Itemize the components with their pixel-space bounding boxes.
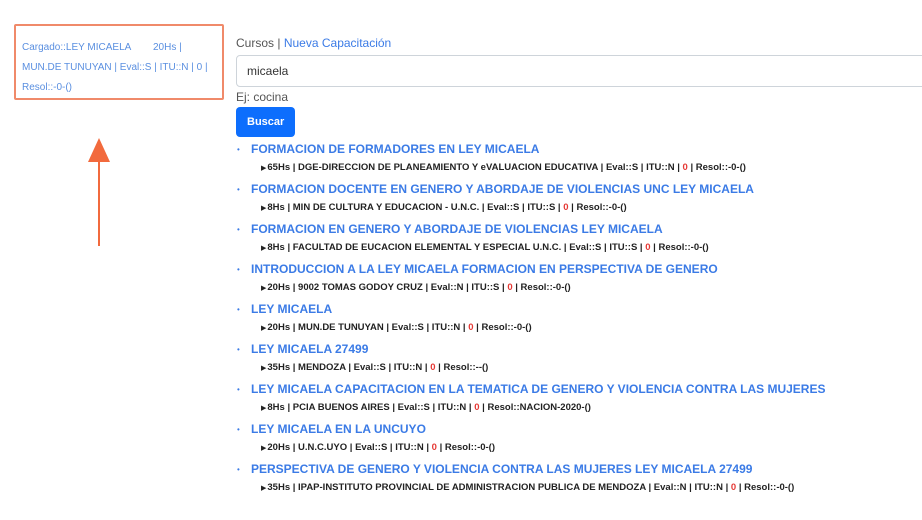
result-title-row: • LEY MICAELA CAPACITACION EN LA TEMATICA… xyxy=(237,380,917,399)
result-details: ▶8Hs | FACULTAD DE EUCACION ELEMENTAL Y … xyxy=(237,239,917,256)
caret-right-icon: ▶ xyxy=(261,245,267,252)
result-hours: 20Hs xyxy=(267,282,291,293)
result-item: • FORMACION EN GENERO Y ABORDAJE DE VIOLE… xyxy=(237,220,917,260)
result-body: | DGE-DIRECCION DE PLANEAMIENTO Y eVALUA… xyxy=(290,162,683,173)
result-title-link[interactable]: LEY MICAELA 27499 xyxy=(251,340,368,359)
bullet-icon: • xyxy=(237,265,240,274)
result-title-link[interactable]: LEY MICAELA CAPACITACION EN LA TEMATICA … xyxy=(251,380,825,399)
result-details: ▶20Hs | 9002 TOMAS GODOY CRUZ | Eval::N … xyxy=(237,279,917,296)
result-details: ▶8Hs | MIN DE CULTURA Y EDUCACION - U.N.… xyxy=(237,199,917,216)
caret-right-icon: ▶ xyxy=(261,445,267,452)
bullet-icon: • xyxy=(237,425,240,434)
nav-separator: | xyxy=(277,36,281,50)
result-hours: 35Hs xyxy=(267,482,291,493)
result-details: ▶20Hs | MUN.DE TUNUYAN | Eval::S | ITU::… xyxy=(237,319,917,336)
result-resol: | Resol::-0-() xyxy=(436,442,496,453)
caret-right-icon: ▶ xyxy=(261,205,267,212)
result-title-link[interactable]: FORMACION DOCENTE EN GENERO Y ABORDAJE D… xyxy=(251,180,754,199)
result-body: | IPAP-INSTITUTO PROVINCIAL DE ADMINISTR… xyxy=(290,482,731,493)
arrow-up-icon xyxy=(88,138,110,246)
result-title-link[interactable]: LEY MICAELA xyxy=(251,300,332,319)
result-hours: 20Hs xyxy=(267,442,291,453)
caret-right-icon: ▶ xyxy=(261,405,267,412)
result-title-link[interactable]: FORMACION EN GENERO Y ABORDAJE DE VIOLEN… xyxy=(251,220,663,239)
result-title-row: • LEY MICAELA 27499 xyxy=(237,340,917,359)
result-title-link[interactable]: FORMACION DE FORMADORES EN LEY MICAELA xyxy=(251,140,539,159)
result-item: • PERSPECTIVA DE GENERO Y VIOLENCIA CONTR… xyxy=(237,460,917,500)
result-hours: 20Hs xyxy=(267,322,291,333)
result-body: | MIN DE CULTURA Y EDUCACION - U.N.C. | … xyxy=(284,202,564,213)
result-title-row: • FORMACION DE FORMADORES EN LEY MICAELA xyxy=(237,140,917,159)
result-hours: 8Hs xyxy=(267,242,285,253)
result-resol: | Resol::-0-() xyxy=(736,482,795,493)
bullet-icon: • xyxy=(237,465,240,474)
result-resol: | Resol::-0-() xyxy=(568,202,627,213)
result-hours: 8Hs xyxy=(267,202,285,213)
result-item: • FORMACION DE FORMADORES EN LEY MICAELA ▶… xyxy=(237,140,917,180)
result-hours: 35Hs xyxy=(267,362,291,373)
result-resol: | Resol::-0-() xyxy=(512,282,571,293)
result-body: | PCIA BUENOS AIRES | Eval::S | ITU::N | xyxy=(284,402,475,413)
caret-right-icon: ▶ xyxy=(261,285,267,292)
results-list: • FORMACION DE FORMADORES EN LEY MICAELA ▶… xyxy=(237,140,917,500)
caret-right-icon: ▶ xyxy=(261,165,267,172)
caret-right-icon: ▶ xyxy=(261,485,267,492)
result-title-link[interactable]: LEY MICAELA EN LA UNCUYO xyxy=(251,420,426,439)
search-panel: Cursos | Nueva Capacitación Ej: cocina B… xyxy=(236,35,922,137)
search-button[interactable]: Buscar xyxy=(236,107,296,137)
bullet-icon: • xyxy=(237,305,240,314)
result-details: ▶8Hs | PCIA BUENOS AIRES | Eval::S | ITU… xyxy=(237,399,917,416)
caret-right-icon: ▶ xyxy=(261,325,267,332)
result-item: • LEY MICAELA ▶20Hs | MUN.DE TUNUYAN | Eva… xyxy=(237,300,917,340)
bullet-icon: • xyxy=(237,225,240,234)
result-title-link[interactable]: PERSPECTIVA DE GENERO Y VIOLENCIA CONTRA… xyxy=(251,460,752,479)
nav-cursos: Cursos xyxy=(236,36,275,50)
result-item: • LEY MICAELA 27499 ▶35Hs | MENDOZA | Eval… xyxy=(237,340,917,380)
result-body: | FACULTAD DE EUCACION ELEMENTAL Y ESPEC… xyxy=(284,242,646,253)
result-body: | U.N.C.UYO | Eval::S | ITU::N | xyxy=(290,442,432,453)
result-hours: 65Hs xyxy=(267,162,291,173)
result-hours: 8Hs xyxy=(267,402,285,413)
result-title-row: • LEY MICAELA EN LA UNCUYO xyxy=(237,420,917,439)
result-title-row: • PERSPECTIVA DE GENERO Y VIOLENCIA CONTR… xyxy=(237,460,917,479)
result-body: | MENDOZA | Eval::S | ITU::N | xyxy=(290,362,431,373)
result-title-row: • INTRODUCCION A LA LEY MICAELA FORMACION… xyxy=(237,260,917,279)
result-resol: | Resol::-0-() xyxy=(687,162,746,173)
result-body: | 9002 TOMAS GODOY CRUZ | Eval::N | ITU:… xyxy=(290,282,508,293)
result-item: • LEY MICAELA EN LA UNCUYO ▶20Hs | U.N.C.U… xyxy=(237,420,917,460)
result-title-row: • LEY MICAELA xyxy=(237,300,917,319)
breadcrumb: Cursos | Nueva Capacitación xyxy=(236,35,922,51)
bullet-icon: • xyxy=(237,185,240,194)
search-hint: Ej: cocina xyxy=(236,90,289,104)
bullet-icon: • xyxy=(237,345,240,354)
caret-right-icon: ▶ xyxy=(261,365,267,372)
search-input[interactable] xyxy=(236,55,922,87)
result-item: • INTRODUCCION A LA LEY MICAELA FORMACION… xyxy=(237,260,917,300)
result-title-link[interactable]: INTRODUCCION A LA LEY MICAELA FORMACION … xyxy=(251,260,718,279)
bullet-icon: • xyxy=(237,385,240,394)
result-resol: | Resol::-0-() xyxy=(650,242,709,253)
result-body: | MUN.DE TUNUYAN | Eval::S | ITU::N | xyxy=(290,322,469,333)
result-title-row: • FORMACION DOCENTE EN GENERO Y ABORDAJE … xyxy=(237,180,917,199)
selected-course-summary: Cargado::LEY MICAELA 20Hs | MUN.DE TUNUY… xyxy=(14,24,224,100)
result-details: ▶35Hs | MENDOZA | Eval::S | ITU::N | 0 |… xyxy=(237,359,917,376)
result-resol: | Resol::--() xyxy=(435,362,489,373)
result-item: • FORMACION DOCENTE EN GENERO Y ABORDAJE … xyxy=(237,180,917,220)
result-resol: | Resol::-0-() xyxy=(473,322,532,333)
nueva-capacitacion-link[interactable]: Nueva Capacitación xyxy=(284,36,391,50)
result-title-row: • FORMACION EN GENERO Y ABORDAJE DE VIOLE… xyxy=(237,220,917,239)
result-details: ▶35Hs | IPAP-INSTITUTO PROVINCIAL DE ADM… xyxy=(237,479,917,496)
result-item: • LEY MICAELA CAPACITACION EN LA TEMATICA… xyxy=(237,380,917,420)
bullet-icon: • xyxy=(237,145,240,154)
result-resol: | Resol::NACION-2020-() xyxy=(479,402,591,413)
result-details: ▶20Hs | U.N.C.UYO | Eval::S | ITU::N | 0… xyxy=(237,439,917,456)
result-details: ▶65Hs | DGE-DIRECCION DE PLANEAMIENTO Y … xyxy=(237,159,917,176)
